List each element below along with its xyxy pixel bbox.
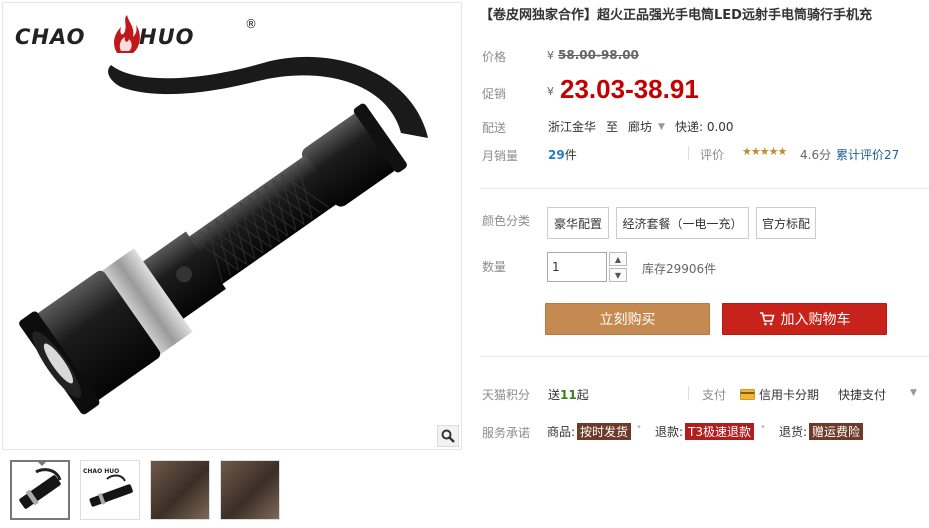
payment-label: 支付: [702, 388, 727, 402]
sales-count: 29件: [548, 146, 577, 163]
quantity-decrease-button[interactable]: ▼: [609, 268, 627, 282]
points-info: 送11起: [548, 386, 589, 403]
review-label: 评价: [700, 148, 725, 162]
promo-label: 促销: [482, 87, 507, 101]
price-currency: ¥: [547, 49, 554, 62]
product-title: 【卷皮网独家合作】超火正品强光手电筒LED远射手电筒骑行手机充: [480, 4, 929, 23]
ship-to-select[interactable]: 廊坊: [628, 118, 652, 135]
cart-icon: [759, 312, 775, 326]
service-item-3[interactable]: 退货: 赠运费险: [779, 423, 864, 440]
sales-label: 月销量: [482, 149, 519, 163]
price-label: 价格: [482, 50, 507, 64]
cumulative-reviews-link[interactable]: 累计评价27: [836, 146, 899, 163]
service-prefix: 退货:: [779, 425, 808, 439]
points-suffix: 起: [576, 388, 589, 402]
thumbnail-strip: CHAO HUO: [10, 460, 280, 520]
zoom-button[interactable]: [437, 425, 459, 447]
ship-fee: 快递: 0.00: [674, 120, 734, 134]
flashlight-image: [19, 56, 429, 415]
points-value: 11: [560, 388, 577, 402]
stock-count: 库存29906件: [642, 262, 717, 276]
points-prefix: 送: [548, 388, 561, 402]
service-tag: T3极速退款: [685, 423, 755, 440]
shipping-info: 浙江金华 至 廊坊 ▼ 快递: 0.00: [548, 118, 734, 135]
buy-now-button[interactable]: 立刻购买: [545, 303, 710, 335]
credit-card-installment[interactable]: 信用卡分期: [740, 386, 819, 403]
product-gallery: CHAO HUO ® CHAO HUO: [0, 0, 464, 528]
title-text: 超火正品强光手电筒LED远射手电筒骑行手机充: [597, 8, 872, 23]
service-tag: 按时发货: [577, 423, 632, 440]
ship-from: 浙江金华: [548, 120, 597, 134]
color-label: 颜色分类: [482, 214, 531, 228]
product-info: 【卷皮网独家合作】超火正品强光手电筒LED远射手电筒骑行手机充 价格 ¥ 58.…: [470, 0, 929, 528]
ship-to-word: 至: [606, 120, 619, 134]
title-brand-tag: 【卷皮网独家合作】: [480, 8, 598, 23]
separator-dot: •: [636, 422, 642, 433]
magnifier-icon: [441, 429, 455, 443]
quantity-input[interactable]: 1: [547, 252, 607, 282]
credit-card-label: 信用卡分期: [759, 388, 820, 402]
rating-stars-icon: ★★★★★: [742, 145, 787, 158]
shipping-label: 配送: [482, 121, 507, 135]
thumbnail-flashlight-image: [19, 468, 62, 509]
chevron-down-icon: ▼: [614, 270, 622, 280]
color-option-2[interactable]: 经济套餐（一电一充）: [616, 207, 749, 239]
divider: [480, 188, 929, 189]
divider: [480, 356, 929, 357]
svg-text:CHAO HUO: CHAO HUO: [83, 468, 119, 475]
quick-pay-label[interactable]: 快捷支付: [838, 386, 886, 403]
thumbnail-4[interactable]: [220, 460, 280, 520]
color-option-3[interactable]: 官方标配: [756, 207, 816, 239]
add-to-cart-button[interactable]: 加入购物车: [722, 303, 887, 335]
quantity-label: 数量: [482, 260, 507, 274]
thumbnail-flashlight-image: CHAO HUO: [83, 468, 133, 507]
separator-dot: •: [760, 422, 766, 433]
main-product-image[interactable]: CHAO HUO ®: [2, 2, 462, 450]
service-item-1[interactable]: 商品: 按时发货: [547, 423, 632, 440]
sales-unit: 件: [564, 148, 577, 162]
service-prefix: 退款:: [655, 425, 684, 439]
credit-card-icon: [740, 389, 755, 400]
service-item-2[interactable]: 退款: T3极速退款: [655, 423, 755, 440]
quantity-increase-button[interactable]: ▲: [609, 252, 627, 266]
promo-currency: ¥: [547, 85, 554, 98]
sales-number: 29: [548, 148, 565, 162]
promo-price: 23.03-38.91: [560, 74, 699, 104]
rating-score: 4.6分: [800, 148, 832, 162]
color-option-1[interactable]: 豪华配置: [547, 207, 609, 239]
thumbnail-2[interactable]: CHAO HUO: [80, 460, 140, 520]
service-prefix: 商品:: [547, 425, 576, 439]
buy-now-label: 立刻购买: [599, 312, 656, 328]
chevron-up-icon: ▲: [614, 254, 622, 264]
thumbnail-3[interactable]: [150, 460, 210, 520]
thumbnail-1[interactable]: [10, 460, 70, 520]
chevron-down-icon[interactable]: ▼: [910, 388, 917, 398]
points-label: 天猫积分: [482, 388, 531, 402]
service-label: 服务承诺: [482, 426, 531, 440]
service-tag: 赠运费险: [809, 423, 864, 440]
original-price: 58.00-98.00: [558, 48, 639, 62]
divider: [688, 386, 689, 400]
add-to-cart-label: 加入购物车: [780, 312, 851, 328]
divider: [688, 146, 689, 160]
chevron-down-icon[interactable]: ▼: [658, 122, 665, 132]
